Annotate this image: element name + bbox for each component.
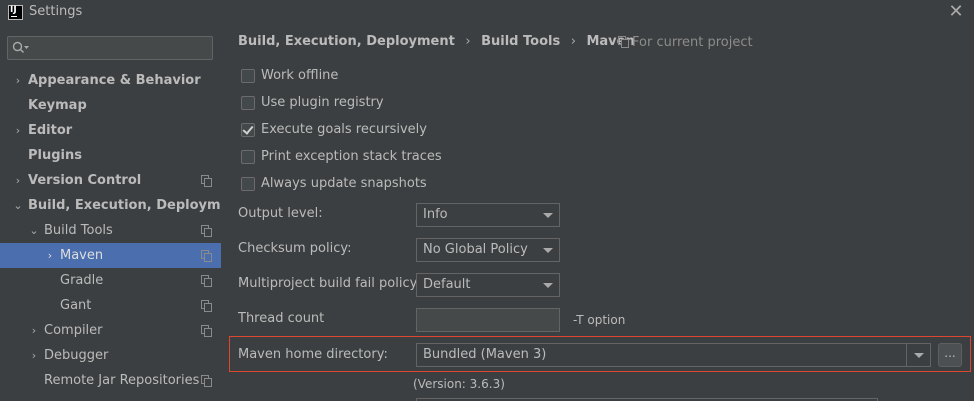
tree-item-label: Editor bbox=[28, 123, 73, 138]
tree-item-label: Maven bbox=[60, 248, 104, 263]
multiproject-fail-policy-value: Default bbox=[423, 277, 471, 292]
tree-item-debugger[interactable]: › Debugger bbox=[0, 343, 221, 368]
output-level-value: Info bbox=[423, 207, 448, 222]
dropdown-arrow-icon bbox=[914, 353, 924, 358]
tree-item-label: Debugger bbox=[44, 348, 109, 363]
print-exception-stack-traces-checkbox[interactable] bbox=[241, 150, 255, 164]
project-scope-icon bbox=[201, 325, 212, 337]
tree-item-label: Build Tools bbox=[44, 223, 113, 238]
dropdown-arrow-icon bbox=[543, 213, 553, 218]
settings-sidebar: › Appearance & Behavior Keymap › Editor … bbox=[0, 26, 221, 401]
tree-item-build-execution-deployment[interactable]: ⌄ Build, Execution, Deployment bbox=[0, 193, 221, 218]
breadcrumb-separator: › bbox=[570, 34, 576, 49]
thread-count-label: Thread count bbox=[238, 311, 325, 326]
output-level-label: Output level: bbox=[238, 206, 323, 221]
output-level-dropdown[interactable]: Info bbox=[416, 203, 560, 227]
tree-item-label: Gradle bbox=[60, 273, 104, 288]
maven-home-value: Bundled (Maven 3) bbox=[423, 347, 547, 362]
print-exception-stack-traces-label: Print exception stack traces bbox=[261, 149, 442, 164]
dropdown-arrow-icon bbox=[543, 248, 553, 253]
project-scope-icon bbox=[201, 225, 212, 237]
tree-item-label: Plugins bbox=[28, 148, 82, 163]
use-plugin-registry-label: Use plugin registry bbox=[261, 95, 384, 110]
multiproject-fail-policy-dropdown[interactable]: Default bbox=[416, 273, 560, 297]
always-update-snapshots-label: Always update snapshots bbox=[261, 176, 427, 191]
tree-item-label: Compiler bbox=[44, 323, 103, 338]
execute-goals-recursively-checkbox[interactable] bbox=[241, 123, 255, 137]
tree-item-editor[interactable]: › Editor bbox=[0, 118, 221, 143]
tree-item-label: Appearance & Behavior bbox=[28, 73, 201, 88]
search-input[interactable] bbox=[34, 39, 210, 57]
scope-label: For current project bbox=[632, 35, 753, 50]
browse-button[interactable]: ... bbox=[938, 343, 962, 367]
tree-item-maven[interactable]: › Maven bbox=[0, 243, 221, 268]
project-scope-icon bbox=[201, 375, 212, 387]
chevron-right-icon[interactable]: › bbox=[44, 243, 56, 268]
project-scope-icon bbox=[618, 36, 629, 48]
work-offline-label: Work offline bbox=[261, 68, 339, 83]
thread-count-hint: -T option bbox=[573, 313, 626, 327]
chevron-right-icon[interactable]: › bbox=[12, 68, 24, 93]
breadcrumb: Build, Execution, Deployment › Build Too… bbox=[238, 34, 635, 52]
tree-item-appearance-behavior[interactable]: › Appearance & Behavior bbox=[0, 68, 221, 93]
tree-item-label: Remote Jar Repositories bbox=[44, 373, 200, 388]
tree-item-gradle[interactable]: Gradle bbox=[0, 268, 221, 293]
always-update-snapshots-checkbox[interactable] bbox=[241, 177, 255, 191]
tree-item-keymap[interactable]: Keymap bbox=[0, 93, 221, 118]
app-logo-icon bbox=[8, 5, 23, 20]
tree-item-plugins[interactable]: Plugins bbox=[0, 143, 221, 168]
chevron-right-icon[interactable]: › bbox=[12, 168, 24, 193]
checksum-policy-label: Checksum policy: bbox=[238, 241, 352, 256]
multiproject-fail-policy-label: Multiproject build fail policy: bbox=[238, 276, 421, 291]
chevron-right-icon[interactable]: › bbox=[28, 318, 40, 343]
tree-item-compiler[interactable]: › Compiler bbox=[0, 318, 221, 343]
breadcrumb-item[interactable]: Build, Execution, Deployment bbox=[238, 34, 455, 49]
project-scope-icon bbox=[201, 250, 212, 262]
project-scope-icon bbox=[201, 275, 212, 287]
dropdown-arrow-icon bbox=[543, 283, 553, 288]
thread-count-input[interactable] bbox=[417, 309, 559, 331]
maven-home-label: Maven home directory: bbox=[238, 347, 388, 362]
maven-settings-panel: Build, Execution, Deployment › Build Too… bbox=[221, 26, 974, 401]
checksum-policy-dropdown[interactable]: No Global Policy bbox=[416, 238, 560, 262]
thread-count-field[interactable] bbox=[416, 308, 560, 332]
project-scope-icon bbox=[201, 175, 212, 187]
scope-indicator: For current project bbox=[618, 35, 753, 50]
chevron-right-icon[interactable]: › bbox=[12, 118, 24, 143]
breadcrumb-item[interactable]: Build Tools bbox=[481, 34, 560, 49]
tree-item-label: Keymap bbox=[28, 98, 87, 113]
tree-item-label: Gant bbox=[60, 298, 92, 313]
chevron-down-icon[interactable]: ⌄ bbox=[28, 218, 40, 243]
chevron-right-icon[interactable]: › bbox=[28, 343, 40, 368]
execute-goals-recursively-label: Execute goals recursively bbox=[261, 122, 427, 137]
work-offline-checkbox[interactable] bbox=[241, 69, 255, 83]
tree-item-build-tools[interactable]: ⌄ Build Tools bbox=[0, 218, 221, 243]
tree-item-gant[interactable]: Gant bbox=[0, 293, 221, 318]
search-box[interactable] bbox=[7, 36, 213, 60]
title-bar: Settings ✕ bbox=[0, 0, 974, 26]
project-scope-icon bbox=[201, 300, 212, 312]
checksum-policy-value: No Global Policy bbox=[423, 242, 528, 257]
use-plugin-registry-checkbox[interactable] bbox=[241, 96, 255, 110]
chevron-down-icon[interactable]: ⌄ bbox=[12, 193, 24, 218]
breadcrumb-separator: › bbox=[465, 34, 471, 49]
settings-tree: › Appearance & Behavior Keymap › Editor … bbox=[0, 68, 221, 393]
tree-item-remote-jar-repositories[interactable]: Remote Jar Repositories bbox=[0, 368, 221, 393]
close-icon[interactable]: ✕ bbox=[948, 3, 964, 21]
maven-version-label: (Version: 3.6.3) bbox=[413, 377, 505, 391]
tree-item-label: Version Control bbox=[28, 173, 142, 188]
dropdown-divider bbox=[906, 344, 907, 366]
search-icon bbox=[12, 41, 29, 54]
maven-home-dropdown[interactable]: Bundled (Maven 3) bbox=[416, 343, 931, 367]
tree-item-version-control[interactable]: › Version Control bbox=[0, 168, 221, 193]
window-title: Settings bbox=[29, 4, 83, 19]
tree-item-label: Build, Execution, Deployment bbox=[28, 198, 221, 213]
